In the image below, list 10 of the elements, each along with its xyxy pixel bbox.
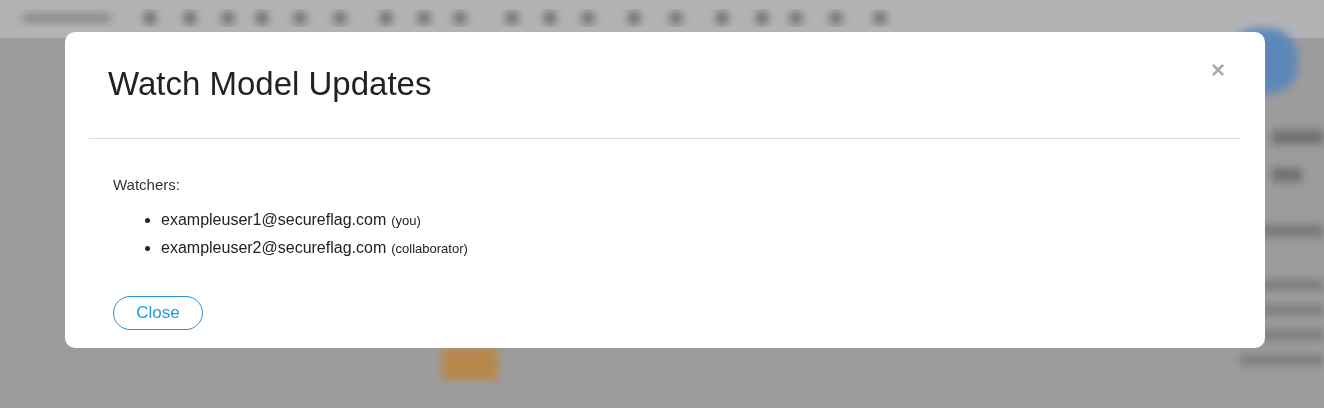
bullet-icon (145, 245, 150, 251)
watcher-email: exampleuser2@secureflag.com (161, 239, 387, 257)
watchers-label: Watchers: (113, 176, 180, 193)
dialog-title: Watch Model Updates (108, 65, 432, 103)
watcher-email: exampleuser1@secureflag.com (161, 211, 387, 229)
blurred-diagram-node (442, 348, 498, 380)
watcher-role: (collaborator) (391, 240, 468, 256)
watcher-role: (you) (391, 212, 421, 228)
bullet-icon (145, 217, 150, 223)
close-button[interactable]: Close (113, 296, 203, 330)
